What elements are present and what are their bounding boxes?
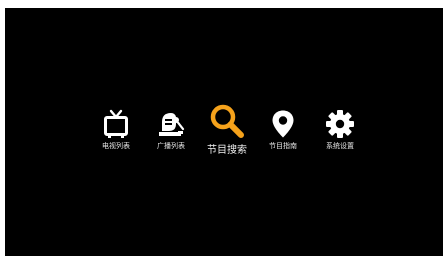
- menu-item-label: 节目搜索: [207, 145, 247, 156]
- menu-item-label: 电视列表: [102, 142, 130, 150]
- menu-item-radio-list[interactable]: 广播列表: [150, 109, 192, 151]
- menu-item-program-guide[interactable]: 节目指南: [262, 109, 304, 151]
- menu-item-program-search[interactable]: 节目搜索: [201, 103, 253, 157]
- location-pin-icon: [272, 110, 294, 138]
- gear-icon: [326, 110, 354, 138]
- radio-icon: [159, 113, 185, 136]
- tv-icon: [104, 109, 128, 138]
- menu-item-tv-list[interactable]: 电视列表: [95, 109, 137, 151]
- tv-screen: 电视列表 广播列表 节目搜索 节目指南 系统设置: [5, 8, 443, 256]
- menu-item-label: 系统设置: [326, 142, 354, 150]
- menu-item-label: 节目指南: [269, 142, 297, 150]
- menu-item-system-settings[interactable]: 系统设置: [319, 109, 361, 151]
- search-icon: [210, 104, 244, 138]
- menu-item-label: 广播列表: [157, 142, 185, 150]
